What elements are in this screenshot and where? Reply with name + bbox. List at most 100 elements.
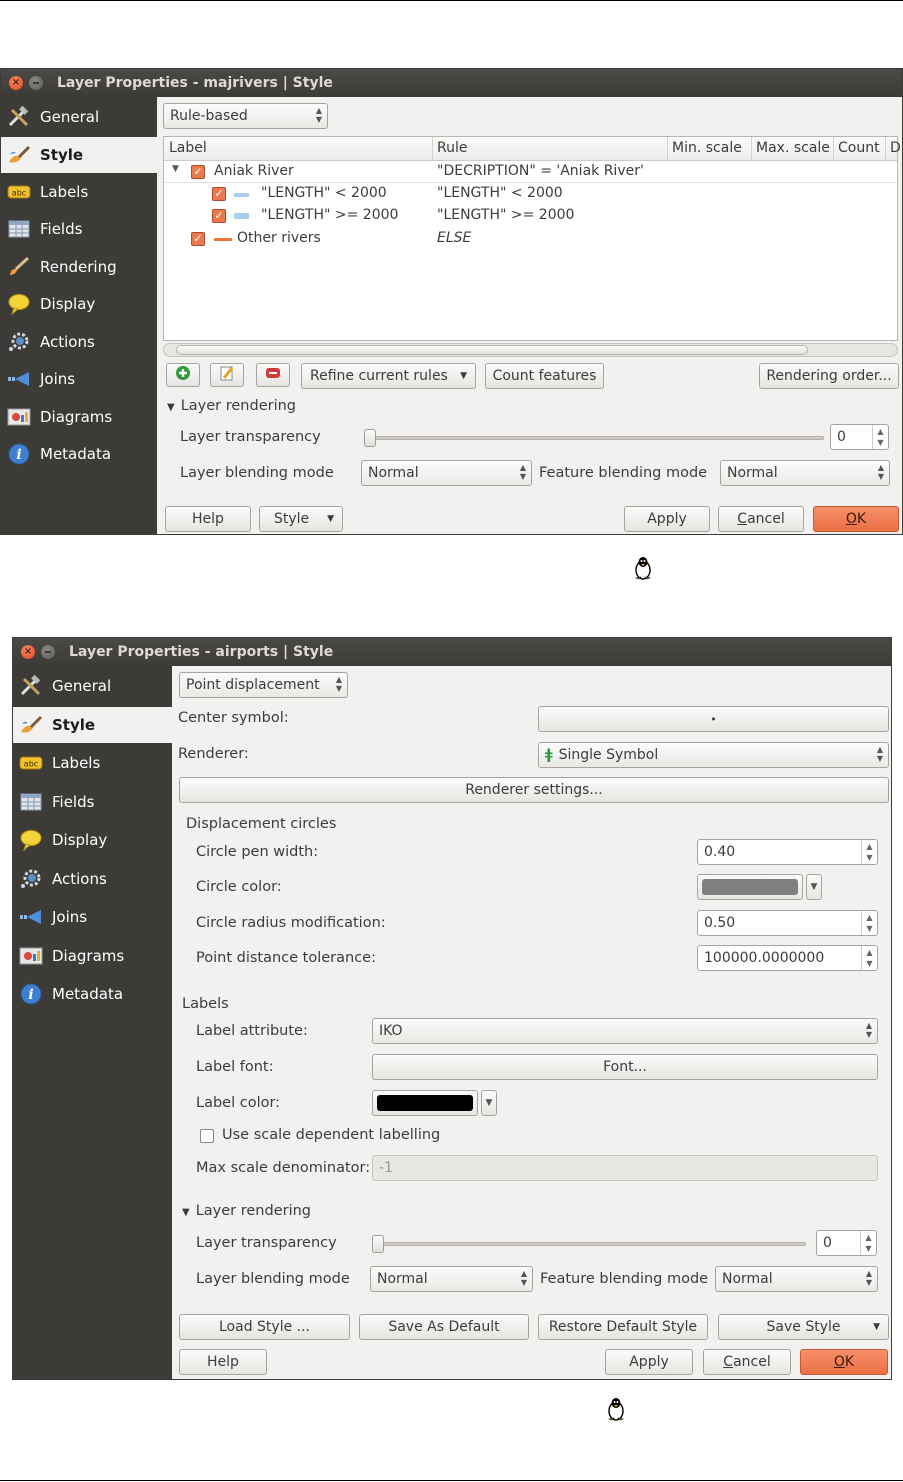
scale-dependent-checkbox[interactable]: [200, 1129, 214, 1143]
style-menu-button[interactable]: Style ▼: [259, 506, 343, 532]
column-header-max-scale[interactable]: Max. scale: [756, 140, 830, 156]
rendering-order-button[interactable]: Rendering order...: [759, 363, 899, 389]
save-as-default-button[interactable]: Save As Default: [359, 1314, 529, 1340]
column-header-label[interactable]: Label: [169, 140, 207, 156]
renderer-type-select[interactable]: Point displacement ▲ ▼: [179, 672, 348, 698]
apply-button[interactable]: Apply: [624, 506, 710, 532]
renderer-type-select[interactable]: Rule-based ▲ ▼: [163, 103, 328, 129]
layer-transparency-slider[interactable]: [364, 436, 824, 440]
circle-color-button[interactable]: [697, 874, 803, 900]
apply-button[interactable]: Apply: [605, 1349, 693, 1375]
add-rule-button[interactable]: [166, 363, 200, 387]
wrench-hammer-icon: [7, 106, 31, 128]
table-row[interactable]: ✓ "LENGTH" < 2000 "LENGTH" < 2000: [164, 183, 897, 205]
expand-arrow-icon[interactable]: ▼: [172, 164, 179, 174]
layer-blending-mode-select[interactable]: Normal ▲ ▼: [361, 460, 532, 486]
dropdown-arrow-icon: ▼: [327, 514, 334, 524]
label-color-button[interactable]: [372, 1090, 478, 1116]
restore-default-style-button[interactable]: Restore Default Style: [538, 1314, 708, 1340]
mnemonic: C: [737, 511, 748, 527]
max-scale-denominator-field[interactable]: -1: [372, 1155, 878, 1181]
layer-transparency-spinbox[interactable]: 0 ▲ ▼: [830, 424, 889, 450]
table-row[interactable]: ✓ "LENGTH" >= 2000 "LENGTH" >= 2000: [164, 205, 897, 227]
help-button[interactable]: Help: [179, 1349, 267, 1375]
refine-current-rules-button[interactable]: Refine current rules ▼: [301, 363, 476, 389]
spin-arrows-icon: ▲ ▼: [315, 106, 322, 124]
sidebar-item-actions[interactable]: Actions: [13, 861, 172, 897]
rules-tree[interactable]: Label Rule Min. scale Max. scale Count D…: [163, 136, 901, 341]
rule-checkbox[interactable]: ✓: [212, 209, 226, 223]
save-style-button[interactable]: Save Style ▼: [718, 1314, 889, 1340]
sidebar-item-style[interactable]: Style: [13, 707, 172, 743]
sidebar-item-joins[interactable]: Joins: [13, 899, 172, 935]
feature-blending-mode-select[interactable]: Normal ▲ ▼: [715, 1266, 878, 1292]
renderer-settings-button[interactable]: Renderer settings...: [179, 777, 889, 803]
column-header-min-scale[interactable]: Min. scale: [672, 140, 742, 156]
edit-rule-button[interactable]: [210, 363, 244, 387]
rule-checkbox[interactable]: ✓: [191, 165, 205, 179]
sidebar-item-diagrams[interactable]: Diagrams: [1, 399, 157, 435]
circle-color-dropdown[interactable]: ▼: [806, 874, 822, 900]
label-color-dropdown[interactable]: ▼: [481, 1090, 497, 1116]
sidebar-item-labels[interactable]: abc Labels: [1, 174, 157, 210]
layer-blending-mode-select[interactable]: Normal ▲ ▼: [370, 1266, 533, 1292]
diagram-icon: [7, 406, 31, 428]
sidebar-item-style[interactable]: Style: [1, 137, 157, 173]
window-close-button[interactable]: ×: [9, 76, 23, 90]
label-attribute-select[interactable]: IKO ▲ ▼: [372, 1018, 878, 1044]
spin-arrows-icon: ▲ ▼: [872, 425, 888, 449]
rule-expression: "LENGTH" < 2000: [437, 185, 563, 201]
scrollbar-thumb[interactable]: [176, 345, 808, 355]
window-minimize-button[interactable]: [29, 76, 43, 90]
layer-transparency-spinbox[interactable]: 0 ▲ ▼: [816, 1230, 877, 1256]
sidebar-item-metadata[interactable]: i Metadata: [1, 436, 157, 472]
ok-button[interactable]: OK: [813, 506, 899, 532]
rule-expression: ELSE: [437, 230, 472, 246]
label-font-button[interactable]: Font...: [372, 1054, 878, 1080]
sidebar-item-metadata[interactable]: i Metadata: [13, 976, 172, 1012]
load-style-button[interactable]: Load Style ...: [179, 1314, 350, 1340]
rule-checkbox[interactable]: ✓: [191, 232, 205, 246]
style-panel: Rule-based ▲ ▼ Label Rule Min. scale Max.…: [157, 97, 902, 534]
circle-pen-width-spinbox[interactable]: 0.40 ▲ ▼: [697, 839, 878, 865]
layer-rendering-section[interactable]: ▼ Layer rendering: [167, 398, 296, 414]
label-rest: K: [844, 1354, 855, 1370]
ok-button[interactable]: OK: [800, 1349, 888, 1375]
sidebar-item-labels[interactable]: abc Labels: [13, 745, 172, 781]
feature-blending-mode-select[interactable]: Normal ▲ ▼: [720, 460, 890, 486]
spinbox-value: 0: [823, 1235, 832, 1251]
spin-arrows-icon: ▲ ▼: [860, 1231, 876, 1255]
center-symbol-button[interactable]: •: [538, 706, 889, 732]
column-header-d[interactable]: D: [890, 140, 901, 156]
rule-checkbox[interactable]: ✓: [212, 187, 226, 201]
sidebar-item-general[interactable]: General: [13, 668, 172, 704]
sidebar-item-display[interactable]: Display: [1, 286, 157, 322]
circle-radius-spinbox[interactable]: 0.50 ▲ ▼: [697, 910, 878, 936]
point-distance-tolerance-spinbox[interactable]: 100000.0000000 ▲ ▼: [697, 945, 878, 971]
sidebar-item-joins[interactable]: Joins: [1, 361, 157, 397]
sidebar-item-rendering[interactable]: Rendering: [1, 249, 157, 285]
window-minimize-button[interactable]: [41, 645, 55, 659]
sidebar-item-fields[interactable]: Fields: [13, 784, 172, 820]
sidebar-item-display[interactable]: Display: [13, 822, 172, 858]
column-header-rule[interactable]: Rule: [437, 140, 467, 156]
slider-handle[interactable]: [364, 429, 376, 447]
layer-transparency-slider[interactable]: [372, 1242, 806, 1246]
sidebar-item-diagrams[interactable]: Diagrams: [13, 938, 172, 974]
cancel-button[interactable]: Cancel: [703, 1349, 791, 1375]
column-header-count[interactable]: Count: [838, 140, 880, 156]
help-button[interactable]: Help: [165, 506, 251, 532]
cancel-button[interactable]: Cancel: [718, 506, 804, 532]
sidebar-item-general[interactable]: General: [1, 99, 157, 135]
layer-rendering-section[interactable]: ▼ Layer rendering: [182, 1203, 311, 1219]
remove-rule-button[interactable]: [256, 363, 290, 387]
table-row[interactable]: ✓ Other rivers ELSE: [164, 228, 897, 250]
window-close-button[interactable]: ×: [21, 645, 35, 659]
renderer-select[interactable]: ǂ Single Symbol ▲ ▼: [538, 742, 889, 768]
sidebar-item-actions[interactable]: Actions: [1, 324, 157, 360]
sidebar-item-fields[interactable]: Fields: [1, 211, 157, 247]
count-features-button[interactable]: Count features: [485, 363, 604, 389]
table-row[interactable]: ▼ ✓ Aniak River "DECRIPTION" = 'Aniak Ri…: [164, 161, 897, 183]
slider-handle[interactable]: [372, 1235, 384, 1253]
horizontal-scrollbar[interactable]: [163, 343, 898, 357]
